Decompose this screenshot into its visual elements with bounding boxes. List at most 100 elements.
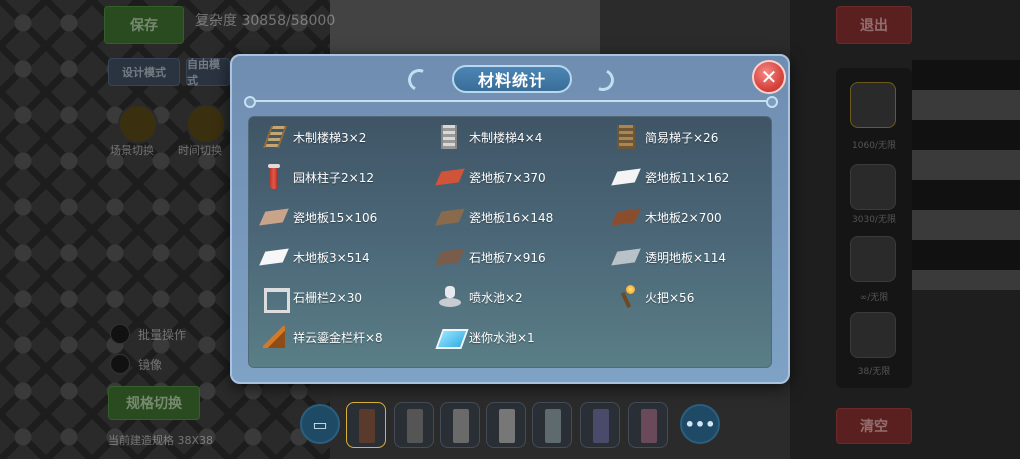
material-label: 祥云鎏金栏杆×8 bbox=[293, 330, 383, 345]
toolbar-slot[interactable] bbox=[532, 402, 572, 448]
material-slot-count: 1060/无限 bbox=[852, 141, 896, 151]
material-slot-count: 38/无限 bbox=[857, 367, 891, 377]
material-label: 喷水池×2 bbox=[469, 290, 523, 305]
dialog-title-wrap: 材料统计 bbox=[412, 64, 612, 94]
toolbar-slot[interactable] bbox=[394, 402, 434, 448]
red-tile-icon bbox=[435, 164, 465, 190]
design-mode-button[interactable]: 设计模式 bbox=[108, 58, 180, 86]
block-icon bbox=[593, 409, 609, 443]
material-item: 木制楼梯3×2 bbox=[261, 122, 366, 152]
block-icon bbox=[407, 409, 423, 443]
mini-pool-icon bbox=[437, 324, 463, 350]
material-label: 瓷地板11×162 bbox=[645, 170, 730, 185]
torch-icon bbox=[613, 284, 639, 310]
block-icon bbox=[453, 409, 469, 443]
clear-button[interactable]: 清空 bbox=[836, 408, 912, 444]
complexity-counter: 复杂度 30858/58000 bbox=[195, 13, 336, 29]
time-switch-label: 时间切换 bbox=[178, 144, 222, 157]
material-label: 木地板3×514 bbox=[293, 250, 370, 265]
block-icon bbox=[641, 409, 657, 443]
wooden-stairs-icon bbox=[261, 124, 287, 150]
exit-button[interactable]: 退出 bbox=[836, 6, 912, 44]
simple-ladder-icon bbox=[613, 124, 639, 150]
material-label: 火把×56 bbox=[645, 290, 695, 305]
material-label: 木制楼梯3×2 bbox=[293, 130, 367, 145]
batch-toggle-label: 批量操作 bbox=[138, 328, 187, 342]
material-slot[interactable] bbox=[850, 82, 896, 128]
materials-list: 木制楼梯3×2 木制楼梯4×4 简易梯子×26 园林柱子2×12 瓷地板7×37… bbox=[248, 116, 772, 368]
material-label: 透明地板×114 bbox=[645, 250, 726, 265]
more-icon: ••• bbox=[684, 414, 716, 434]
material-slot[interactable] bbox=[850, 312, 896, 358]
material-label: 简易梯子×26 bbox=[645, 130, 719, 145]
material-slot[interactable] bbox=[850, 236, 896, 282]
eraser-icon[interactable]: ▭ bbox=[300, 404, 340, 444]
fountain-icon bbox=[437, 284, 463, 310]
time-switch-button[interactable] bbox=[186, 104, 226, 144]
striped-background bbox=[912, 60, 1020, 290]
material-item: 火把×56 bbox=[613, 282, 694, 312]
material-item: 祥云鎏金栏杆×8 bbox=[261, 322, 383, 352]
stone-floor-icon bbox=[435, 244, 465, 270]
spec-switch-button[interactable]: 规格切换 bbox=[108, 386, 200, 420]
scene-switch-button[interactable] bbox=[118, 104, 158, 144]
more-options-button[interactable]: ••• bbox=[680, 404, 720, 444]
material-label: 园林柱子2×12 bbox=[293, 170, 374, 185]
material-label: 迷你水池×1 bbox=[469, 330, 535, 345]
material-item: 瓷地板7×370 bbox=[435, 162, 546, 192]
batch-toggle[interactable] bbox=[110, 324, 130, 344]
material-item: 石地板7×916 bbox=[435, 242, 546, 272]
material-slot-count: ∞/无限 bbox=[859, 293, 889, 303]
block-icon bbox=[359, 409, 375, 443]
garden-pillar-icon bbox=[261, 164, 287, 190]
material-label: 瓷地板7×370 bbox=[469, 170, 546, 185]
material-label: 石栅栏2×30 bbox=[293, 290, 362, 305]
wooden-ladder-icon bbox=[437, 124, 463, 150]
block-icon bbox=[499, 409, 515, 443]
mirror-toggle-label: 镜像 bbox=[138, 358, 163, 372]
material-item: 木制楼梯4×4 bbox=[437, 122, 542, 152]
material-item: 透明地板×114 bbox=[611, 242, 726, 272]
free-mode-button[interactable]: 自由模式 bbox=[186, 58, 230, 87]
material-item: 喷水池×2 bbox=[437, 282, 523, 312]
material-item: 迷你水池×1 bbox=[437, 322, 535, 352]
material-slot-count: 3030/无限 bbox=[852, 215, 896, 225]
block-icon bbox=[545, 409, 561, 443]
scene-switch-label: 场景切换 bbox=[110, 144, 154, 157]
white-tile-icon bbox=[611, 164, 641, 190]
material-label: 木地板2×700 bbox=[645, 210, 722, 225]
material-label: 瓷地板16×148 bbox=[469, 210, 554, 225]
white-wood-floor-icon bbox=[259, 244, 289, 270]
background-top-banner bbox=[330, 0, 600, 56]
toolbar-slot[interactable] bbox=[486, 402, 526, 448]
material-label: 瓷地板15×106 bbox=[293, 210, 378, 225]
toolbar-slot[interactable] bbox=[580, 402, 620, 448]
material-item: 石栅栏2×30 bbox=[261, 282, 362, 313]
material-label: 石地板7×916 bbox=[469, 250, 546, 265]
save-button[interactable]: 保存 bbox=[104, 6, 184, 44]
mirror-toggle[interactable] bbox=[110, 354, 130, 374]
toolbar-slot-selected[interactable] bbox=[346, 402, 386, 448]
material-stats-dialog: 材料统计 ✕ 木制楼梯3×2 木制楼梯4×4 简易梯子×26 园林柱子2×12 … bbox=[230, 54, 790, 384]
toolbar-slot[interactable] bbox=[628, 402, 668, 448]
transparent-floor-icon bbox=[611, 244, 641, 270]
material-item: 园林柱子2×12 bbox=[261, 162, 374, 192]
patterned-tile-icon bbox=[259, 204, 289, 230]
build-size-text: 当前建造规格 38X38 bbox=[108, 434, 214, 447]
stone-fence-icon bbox=[261, 284, 290, 313]
material-slot[interactable] bbox=[850, 164, 896, 210]
close-icon: ✕ bbox=[760, 65, 778, 89]
material-item: 简易梯子×26 bbox=[613, 122, 718, 152]
material-item: 瓷地板11×162 bbox=[611, 162, 730, 192]
material-item: 木地板3×514 bbox=[259, 242, 370, 272]
material-item: 瓷地板15×106 bbox=[259, 202, 378, 232]
title-divider bbox=[244, 96, 778, 108]
material-item: 瓷地板16×148 bbox=[435, 202, 554, 232]
dialog-title: 材料统计 bbox=[451, 65, 572, 93]
close-button[interactable]: ✕ bbox=[752, 60, 786, 94]
material-item: 木地板2×700 bbox=[611, 202, 722, 232]
brown-wood-floor-icon bbox=[611, 204, 641, 230]
toolbar-slot[interactable] bbox=[440, 402, 480, 448]
golden-railing-icon bbox=[261, 324, 287, 350]
patterned-dark-tile-icon bbox=[435, 204, 465, 230]
